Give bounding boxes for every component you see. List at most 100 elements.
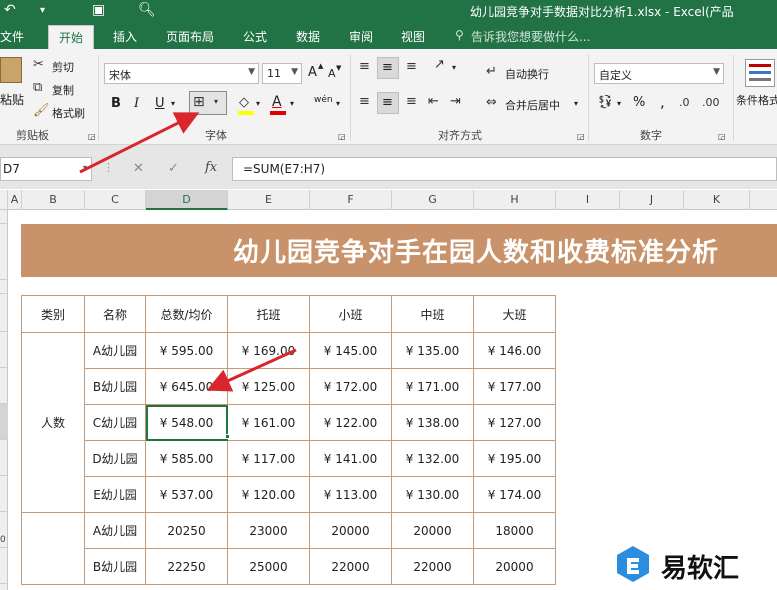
- column-header-d[interactable]: D: [146, 190, 228, 210]
- table-cell[interactable]: ¥ 145.00: [309, 332, 392, 369]
- table-cell[interactable]: ¥ 132.00: [391, 440, 474, 477]
- table-cell[interactable]: ¥ 645.00: [145, 368, 228, 405]
- column-header-h[interactable]: H: [474, 190, 556, 210]
- format-painter-button[interactable]: 格式刷: [52, 105, 85, 121]
- row-header[interactable]: [0, 440, 8, 476]
- tab-home[interactable]: 开始: [48, 25, 95, 49]
- table-cell[interactable]: ¥ 537.00: [145, 476, 228, 513]
- undo-icon[interactable]: ↶: [4, 2, 16, 18]
- header-cell[interactable]: 总数/均价: [145, 295, 228, 333]
- table-cell[interactable]: 22000: [309, 548, 392, 585]
- fx-button[interactable]: fx: [205, 160, 217, 175]
- number-format-combo[interactable]: 自定义 ▼: [594, 63, 724, 84]
- font-name-combo[interactable]: 宋体 ▼: [104, 63, 259, 84]
- font-color-icon[interactable]: A: [272, 94, 282, 110]
- table-cell[interactable]: ¥ 113.00: [309, 476, 392, 513]
- column-header-f[interactable]: F: [310, 190, 392, 210]
- title-banner[interactable]: 幼儿园竞争对手在园人数和收费标准分析: [21, 224, 777, 277]
- chevron-down-icon[interactable]: ▾: [256, 99, 260, 108]
- row-header[interactable]: [0, 548, 8, 584]
- dialog-launcher-icon[interactable]: ◲: [338, 129, 346, 145]
- chevron-down-icon[interactable]: ▾: [452, 63, 456, 72]
- table-cell[interactable]: A幼儿园: [84, 332, 146, 369]
- tab-view[interactable]: 视图: [401, 28, 425, 45]
- save-icon[interactable]: ▣: [92, 2, 105, 18]
- paste-icon[interactable]: [0, 57, 22, 83]
- dialog-launcher-icon[interactable]: ◲: [718, 129, 726, 145]
- chevron-down-icon[interactable]: ▾: [171, 99, 175, 108]
- align-left-icon[interactable]: ≡: [359, 94, 370, 110]
- table-cell[interactable]: 25000: [227, 548, 310, 585]
- tab-data[interactable]: 数据: [296, 28, 320, 45]
- dialog-launcher-icon[interactable]: ◲: [577, 129, 585, 145]
- table-cell[interactable]: C幼儿园: [84, 404, 146, 441]
- row-header[interactable]: [0, 210, 8, 224]
- scissors-icon[interactable]: ✂: [33, 57, 44, 73]
- italic-button[interactable]: I: [134, 96, 139, 111]
- conditional-format-icon[interactable]: [745, 59, 775, 87]
- chevron-down-icon[interactable]: ▾: [574, 99, 578, 108]
- wrap-text-icon[interactable]: ↵: [486, 64, 497, 80]
- conditional-format-button[interactable]: 条件格式: [736, 92, 777, 108]
- font-size-combo[interactable]: 11 ▼: [262, 63, 302, 84]
- column-header-e[interactable]: E: [228, 190, 310, 210]
- row-header[interactable]: [0, 368, 8, 404]
- comma-button[interactable]: ,: [660, 93, 665, 111]
- column-header-a[interactable]: A: [8, 190, 22, 210]
- table-cell[interactable]: 18000: [473, 512, 556, 549]
- table-cell[interactable]: ¥ 141.00: [309, 440, 392, 477]
- table-cell[interactable]: B幼儿园: [84, 368, 146, 405]
- column-header-c[interactable]: C: [85, 190, 146, 210]
- column-header-k[interactable]: K: [684, 190, 750, 210]
- merge-center-icon[interactable]: ⇔: [486, 95, 497, 111]
- percent-button[interactable]: %: [633, 95, 645, 110]
- print-preview-icon[interactable]: 🔍︎: [138, 2, 156, 18]
- align-middle-button[interactable]: ≡: [377, 57, 399, 79]
- tab-review[interactable]: 审阅: [349, 28, 373, 45]
- chevron-down-icon[interactable]: ▾: [617, 99, 621, 108]
- dialog-launcher-icon[interactable]: ◲: [88, 129, 96, 145]
- row-header[interactable]: [0, 294, 8, 332]
- tab-insert[interactable]: 插入: [113, 28, 137, 45]
- row-header[interactable]: [0, 280, 8, 294]
- align-top-icon[interactable]: ≡: [359, 59, 370, 75]
- currency-icon[interactable]: 💱︎: [597, 95, 614, 111]
- category-cell[interactable]: [21, 512, 85, 585]
- table-cell[interactable]: ¥ 595.00: [145, 332, 228, 369]
- decrease-font-button[interactable]: A: [328, 67, 336, 80]
- table-cell[interactable]: 20000: [473, 548, 556, 585]
- fill-handle[interactable]: [225, 434, 230, 439]
- table-cell[interactable]: ¥ 127.00: [473, 404, 556, 441]
- table-cell[interactable]: ¥ 171.00: [391, 368, 474, 405]
- bold-button[interactable]: B: [111, 96, 121, 111]
- table-cell[interactable]: ¥ 135.00: [391, 332, 474, 369]
- decrease-decimal-icon[interactable]: .00: [702, 95, 720, 111]
- table-cell[interactable]: B幼儿园: [84, 548, 146, 585]
- tell-me-box[interactable]: 告诉我您想要做什么...: [471, 28, 590, 45]
- underline-button[interactable]: U: [155, 96, 165, 111]
- column-header-b[interactable]: B: [22, 190, 85, 210]
- table-cell[interactable]: A幼儿园: [84, 512, 146, 549]
- table-cell[interactable]: ¥ 122.00: [309, 404, 392, 441]
- orientation-icon[interactable]: ↗: [434, 57, 445, 73]
- table-cell[interactable]: ¥ 174.00: [473, 476, 556, 513]
- table-cell[interactable]: ¥ 169.00: [227, 332, 310, 369]
- tab-page-layout[interactable]: 页面布局: [166, 28, 214, 45]
- align-bottom-icon[interactable]: ≡: [406, 59, 417, 75]
- copy-icon[interactable]: ⧉: [33, 80, 42, 96]
- header-cell[interactable]: 中班: [391, 295, 474, 333]
- table-cell[interactable]: ¥ 585.00: [145, 440, 228, 477]
- dropdown-icon[interactable]: ▾: [40, 5, 45, 16]
- chevron-down-icon[interactable]: ▾: [336, 99, 340, 108]
- table-cell[interactable]: ¥ 161.00: [227, 404, 310, 441]
- table-cell[interactable]: ¥ 117.00: [227, 440, 310, 477]
- header-cell[interactable]: 类别: [21, 295, 85, 333]
- table-cell[interactable]: ¥ 177.00: [473, 368, 556, 405]
- chevron-down-icon[interactable]: ▾: [290, 99, 294, 108]
- format-painter-icon[interactable]: 🖌︎: [33, 103, 50, 119]
- borders-button[interactable]: ⊞ ▾: [189, 91, 227, 115]
- table-cell[interactable]: 20250: [145, 512, 228, 549]
- tab-file[interactable]: 文件: [0, 28, 24, 45]
- worksheet[interactable]: 幼儿园竞争对手在园人数和收费标准分析 类别 名称 总数/均价 托班 小班 中班 …: [9, 210, 777, 590]
- phonetic-button[interactable]: wén: [314, 95, 333, 105]
